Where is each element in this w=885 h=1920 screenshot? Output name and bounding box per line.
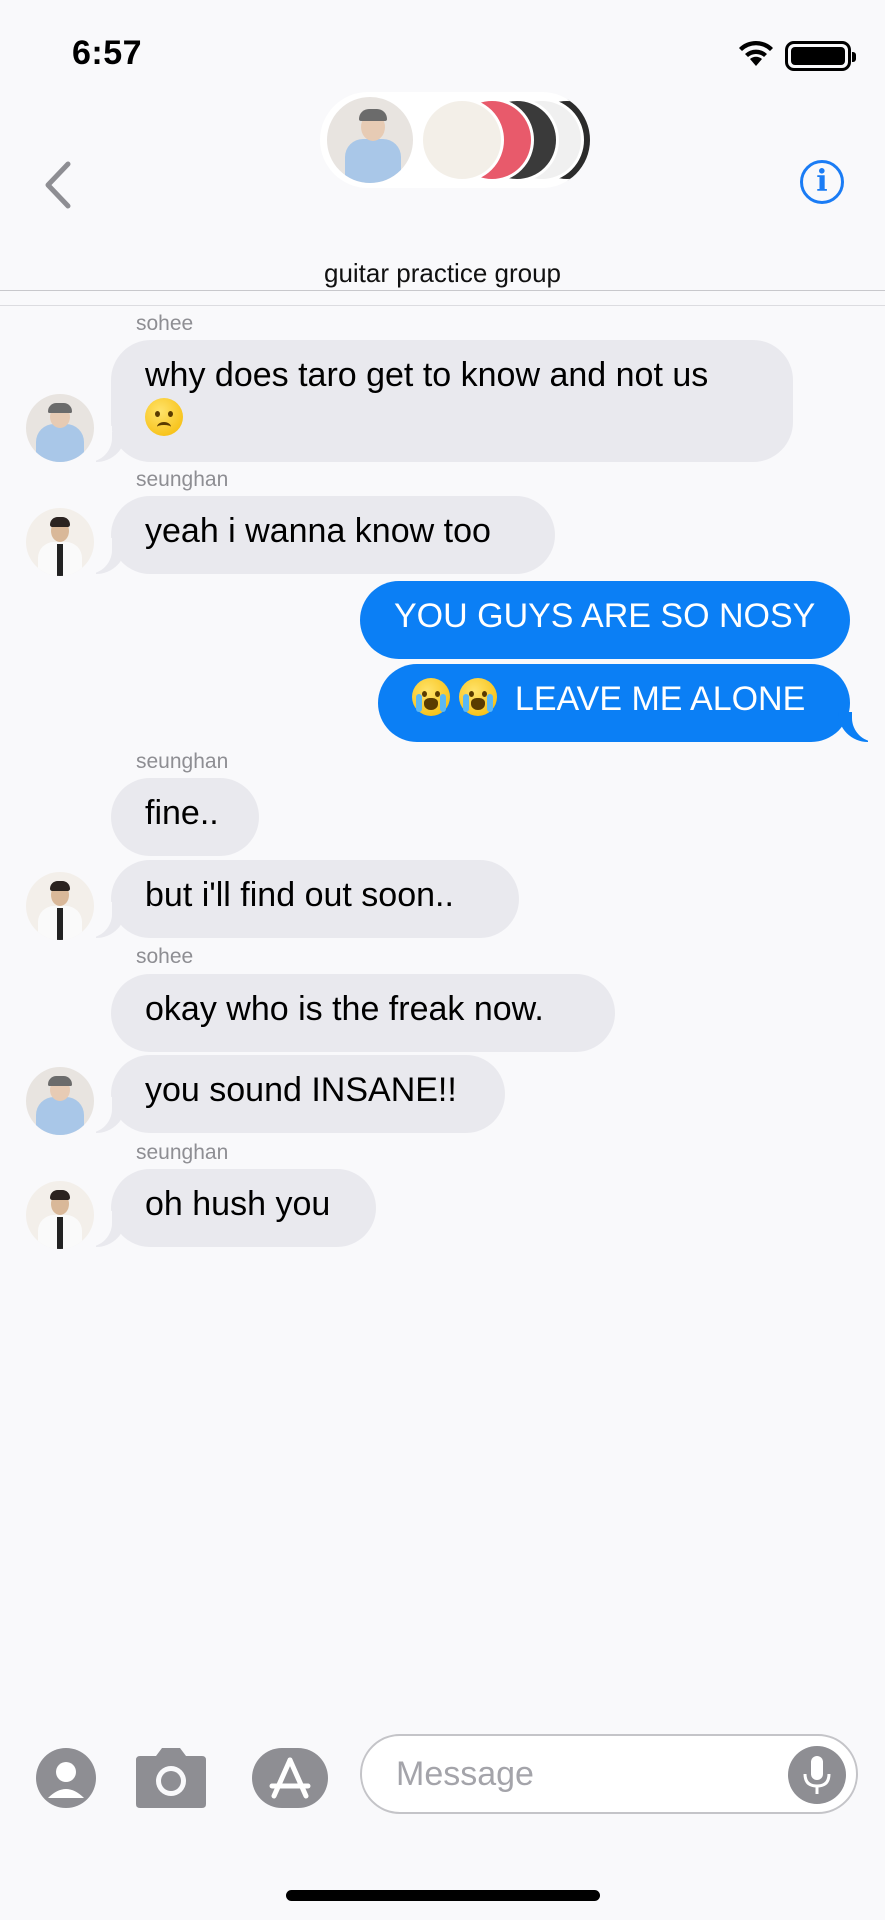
frowning-face-emoji-icon (145, 398, 183, 436)
group-member-avatar (420, 98, 504, 182)
avatar-seunghan[interactable] (26, 508, 94, 576)
header-divider (0, 290, 885, 291)
message-text: yeah i wanna know too (145, 512, 491, 550)
incoming-message-bubble[interactable]: fine.. (111, 778, 259, 856)
message-text: oh hush you (145, 1185, 331, 1223)
sender-name: sohee (136, 945, 194, 968)
avatar-sohee[interactable] (26, 1067, 94, 1135)
message-text: why does taro get to know and not us (145, 356, 709, 394)
bubble-tail (838, 706, 884, 742)
sender-name: sohee (136, 312, 194, 335)
outgoing-message-bubble[interactable]: YOU GUYS ARE SO NOSY (360, 581, 850, 659)
camera-icon[interactable] (134, 1748, 208, 1808)
wifi-icon (739, 40, 773, 66)
loudly-crying-face-emoji-icon (459, 678, 498, 716)
incoming-message-bubble[interactable]: oh hush you (111, 1169, 376, 1247)
sender-name: seunghan (136, 468, 229, 491)
group-avatars[interactable] (320, 92, 590, 188)
home-indicator[interactable] (286, 1890, 600, 1901)
microphone-icon[interactable] (788, 1746, 846, 1804)
message-text: you sound INSANE!! (145, 1071, 457, 1109)
message-text: fine.. (145, 794, 219, 832)
bubble-tail (80, 426, 126, 462)
message-text: LEAVE ME ALONE (514, 680, 806, 718)
sender-name: seunghan (136, 1141, 229, 1164)
group-member-avatar (324, 94, 416, 186)
bubble-tail (80, 1211, 126, 1247)
bubble-tail (80, 902, 126, 938)
avatar-seunghan[interactable] (26, 1181, 94, 1249)
message-text: okay who is the freak now. (145, 990, 544, 1028)
incoming-message-bubble[interactable]: yeah i wanna know too (111, 496, 555, 574)
bubble-tail (80, 538, 126, 574)
incoming-message-bubble[interactable]: why does taro get to know and not us (111, 340, 793, 462)
message-input[interactable] (394, 1754, 778, 1795)
incoming-message-bubble[interactable]: you sound INSANE!! (111, 1055, 505, 1133)
sender-name: seunghan (136, 750, 229, 773)
message-field[interactable] (360, 1734, 858, 1814)
outgoing-message-bubble[interactable]: LEAVE ME ALONE (378, 664, 850, 742)
bubble-tail (80, 1097, 126, 1133)
chevron-left-icon[interactable] (40, 160, 74, 210)
battery-icon (785, 41, 856, 71)
status-time: 6:57 (72, 34, 143, 72)
message-text: but i'll find out soon.. (145, 876, 454, 914)
info-icon[interactable]: i (800, 160, 844, 204)
apps-icon[interactable] (36, 1748, 96, 1808)
incoming-message-bubble[interactable]: okay who is the freak now. (111, 974, 615, 1052)
message-text: YOU GUYS ARE SO NOSY (394, 597, 816, 635)
incoming-message-bubble[interactable]: but i'll find out soon.. (111, 860, 519, 938)
group-name[interactable]: guitar practice group (0, 258, 885, 289)
app-store-icon[interactable] (252, 1748, 328, 1808)
avatar-sohee[interactable] (26, 394, 94, 462)
loudly-crying-face-emoji-icon (412, 678, 450, 716)
avatar-seunghan[interactable] (26, 872, 94, 940)
header-divider (0, 305, 885, 306)
